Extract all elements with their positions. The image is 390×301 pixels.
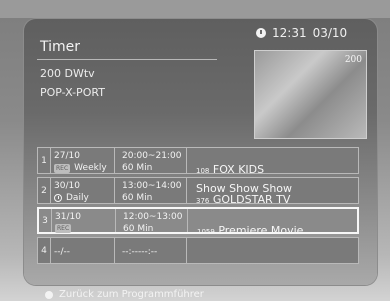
tv-screen: 12:31 03/10 Timer 200 DWtv POP-X-PORT 20… xyxy=(0,0,390,301)
column-divider xyxy=(186,178,187,203)
column-divider xyxy=(114,238,115,263)
row-duration: 60 Min xyxy=(122,163,153,173)
channel-name: 200 DWtv xyxy=(40,67,95,80)
row-time: 12:00~13:00 xyxy=(123,212,183,222)
row-mode-label: Daily xyxy=(66,193,89,203)
row-date: 30/10 xyxy=(54,181,80,191)
row-time: 13:00~14:00 xyxy=(122,181,182,191)
row-date: --/-- xyxy=(54,247,71,257)
table-row[interactable]: 3 31/10 REC 12:00~13:00 60 Min 1059 Prem… xyxy=(37,207,359,237)
channel-name: FOX KIDS xyxy=(212,163,265,176)
clock: 12:31 03/10 xyxy=(256,26,347,40)
clock-date: 03/10 xyxy=(312,26,348,40)
row-mode: Daily xyxy=(54,193,89,203)
rec-badge: REC xyxy=(54,163,71,173)
column-divider xyxy=(114,148,115,173)
channel-number: 108 xyxy=(196,167,210,175)
button-indicator-icon xyxy=(45,290,53,299)
channel-number: 376 xyxy=(196,197,210,205)
row-mode-label: Weekly xyxy=(74,163,107,173)
row-mode: REC xyxy=(55,224,72,233)
column-divider xyxy=(187,209,188,232)
row-mode: REC Weekly xyxy=(54,163,107,173)
column-divider xyxy=(186,148,187,173)
row-index: 3 xyxy=(39,209,52,232)
row-time: 20:00~21:00 xyxy=(122,151,182,161)
timer-table: 1 27/10 REC Weekly 20:00~21:00 60 Min 10… xyxy=(37,147,359,287)
channel-number: 1059 xyxy=(197,228,215,236)
clock-time: 12:31 xyxy=(272,26,307,40)
page-title: Timer xyxy=(40,39,81,55)
row-channel: 1059 Premiere Movie xyxy=(197,224,303,237)
row-channel: 108 FOX KIDS xyxy=(196,163,264,176)
preview-channel-number: 200 xyxy=(344,55,362,65)
row-duration: 60 Min xyxy=(123,224,154,234)
program-name: POP-X-PORT xyxy=(40,86,105,99)
title-divider xyxy=(37,59,217,60)
daily-icon xyxy=(54,194,62,202)
back-to-guide-label: Zurück zum Programmführer xyxy=(59,289,204,300)
channel-name: Premiere Movie xyxy=(218,224,304,237)
row-date: 27/10 xyxy=(54,151,80,161)
back-to-guide[interactable]: Zurück zum Programmführer xyxy=(45,289,204,300)
table-row[interactable]: 1 27/10 REC Weekly 20:00~21:00 60 Min 10… xyxy=(37,147,359,176)
rec-badge: REC xyxy=(55,224,72,233)
channel-name: GOLDSTAR TV xyxy=(212,193,291,206)
row-index: 1 xyxy=(38,148,51,173)
column-divider xyxy=(115,209,116,232)
clock-icon xyxy=(256,28,266,38)
row-index: 2 xyxy=(38,178,51,203)
table-row[interactable]: 2 30/10 Daily 13:00~14:00 60 Min Show Sh… xyxy=(37,177,359,206)
row-channel: 376 GOLDSTAR TV xyxy=(196,193,290,206)
row-duration: 60 Min xyxy=(122,193,153,203)
video-preview: 200 xyxy=(254,50,367,139)
column-divider xyxy=(186,238,187,263)
column-divider xyxy=(114,178,115,203)
row-time: --:-----:-- xyxy=(122,247,158,257)
top-bar xyxy=(0,0,390,18)
table-row[interactable]: 4 --/-- --:-----:-- xyxy=(37,237,359,264)
row-index: 4 xyxy=(38,238,51,263)
row-date: 31/10 xyxy=(55,212,81,222)
